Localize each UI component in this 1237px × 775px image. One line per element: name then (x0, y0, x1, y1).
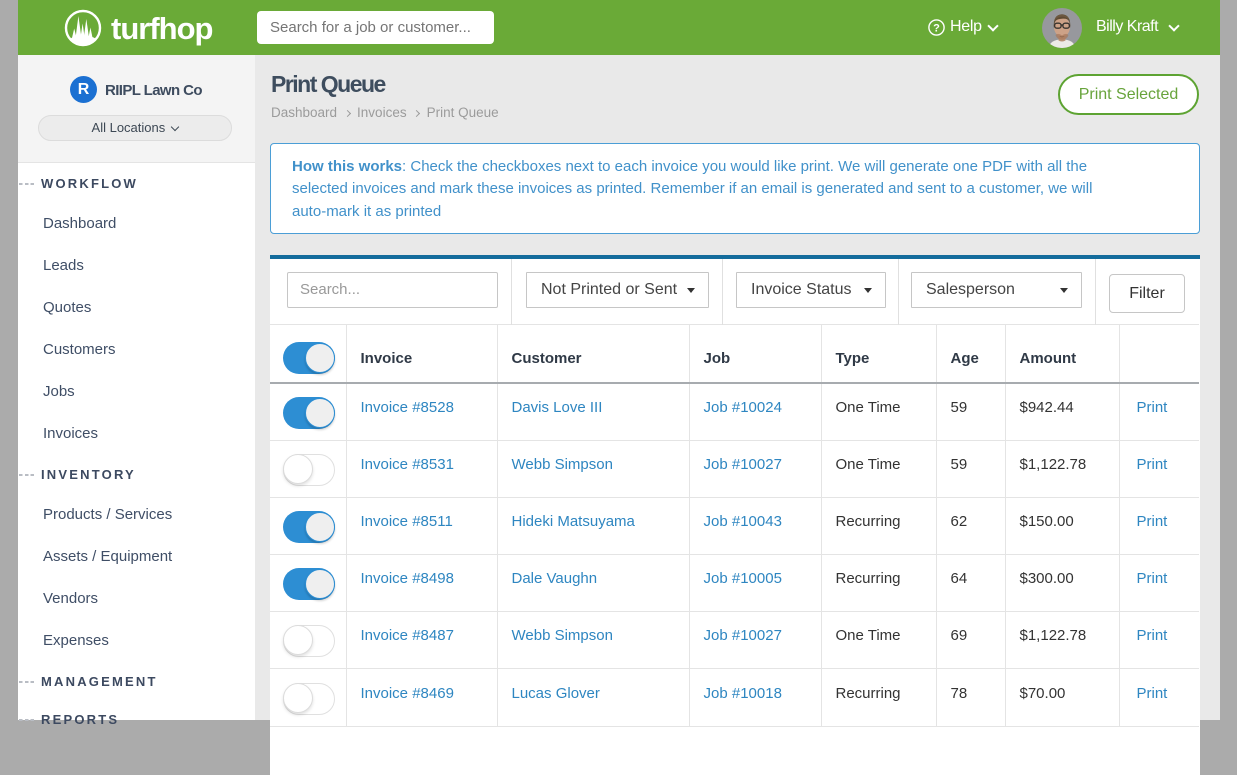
svg-text:?: ? (933, 22, 940, 34)
